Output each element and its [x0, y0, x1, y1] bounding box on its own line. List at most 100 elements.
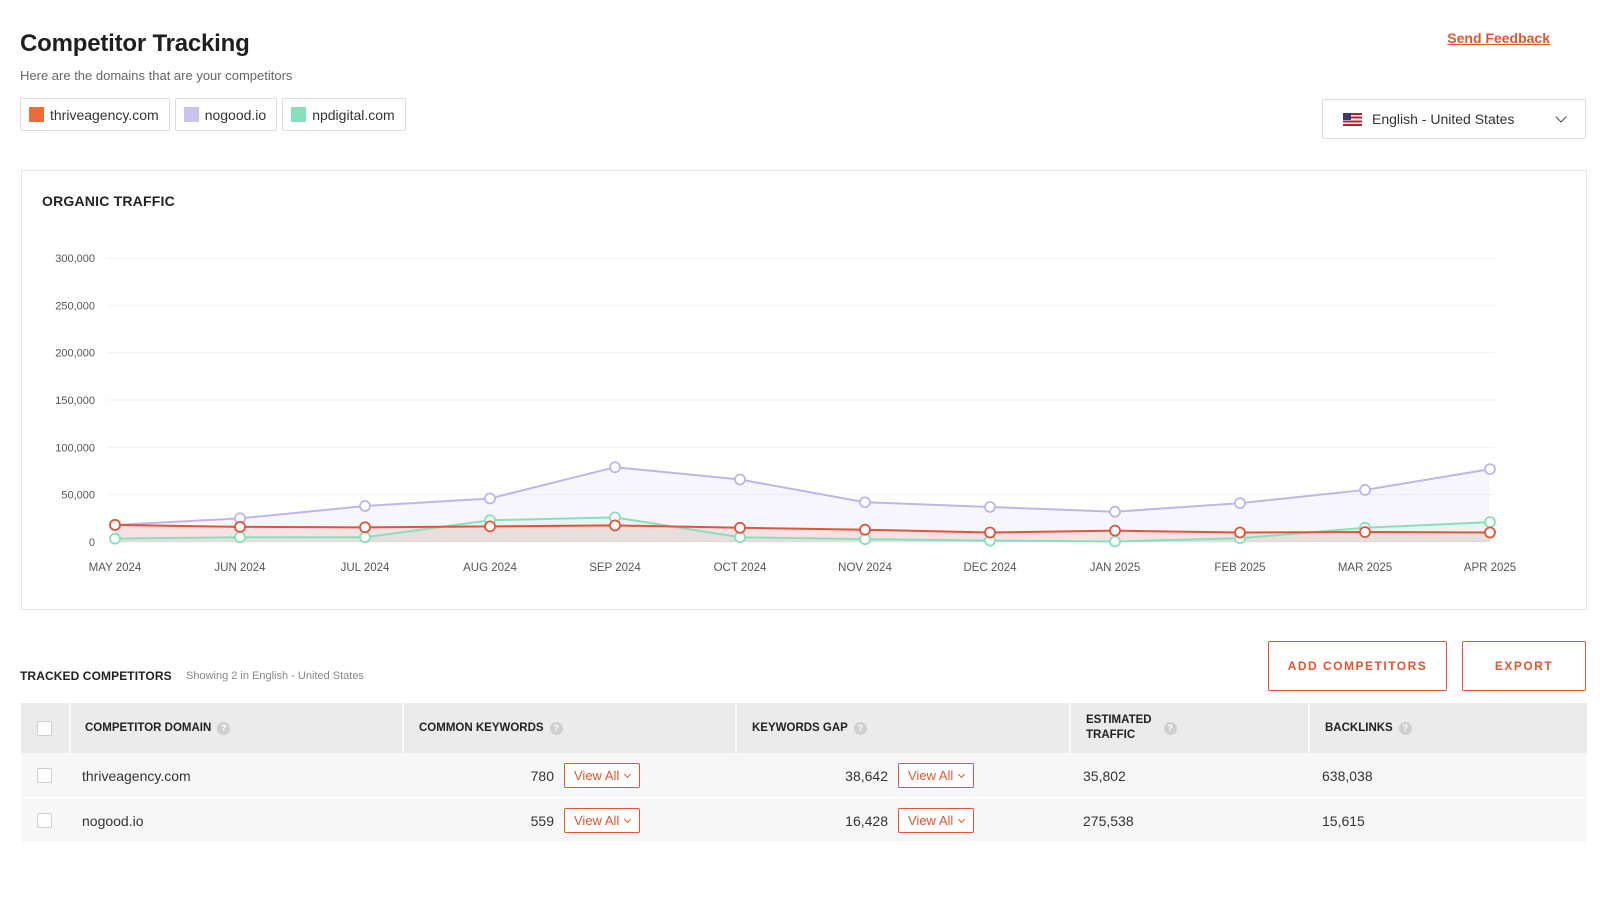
legend-item-npdigital[interactable]: npdigital.com [282, 98, 406, 131]
competitor-legend: thriveagency.com nogood.io npdigital.com [20, 98, 406, 131]
y-tick-label: 200,000 [55, 348, 95, 360]
data-point [359, 531, 371, 544]
y-tick-label: 300,000 [55, 253, 95, 265]
data-point [1484, 526, 1496, 539]
export-button[interactable]: EXPORT [1462, 641, 1586, 691]
common-keywords-value: 780 [530, 767, 554, 784]
table-row: nogood.io 559 View All 16,428 View All 2… [21, 798, 1587, 843]
help-icon[interactable]: ? [853, 721, 867, 735]
help-icon[interactable]: ? [549, 721, 563, 735]
help-icon[interactable]: ? [1163, 721, 1177, 735]
x-tick-label: MAY 2024 [89, 562, 142, 574]
y-tick-label: 0 [89, 537, 95, 549]
estimated-traffic-value: 35,802 [1083, 767, 1126, 784]
data-point [359, 500, 371, 512]
organic-traffic-card: ORGANIC TRAFFIC 0 50,000 100,000 150,000 200… [21, 170, 1587, 610]
data-point [1109, 535, 1121, 548]
y-tick-label: 250,000 [55, 300, 95, 312]
data-point [234, 531, 246, 544]
backlinks-value: 15,615 [1322, 812, 1365, 829]
data-point [859, 533, 871, 546]
chevron-down-icon [1555, 111, 1567, 123]
data-point [359, 521, 371, 534]
send-feedback-link[interactable]: Send Feedback [1447, 30, 1550, 46]
page-subtitle: Here are the domains that are your compe… [20, 68, 293, 83]
us-flag-icon [1343, 112, 1362, 126]
legend-item-thriveagency[interactable]: thriveagency.com [20, 98, 170, 131]
data-point [1109, 505, 1121, 518]
x-tick-label: MAR 2025 [1338, 562, 1392, 574]
view-all-common-keywords-button[interactable]: View All [564, 763, 641, 788]
competitors-table: COMPETITOR DOMAIN? COMMON KEYWORDS? KEYW… [21, 703, 1587, 843]
backlinks-value: 638,038 [1322, 767, 1373, 784]
language-select-value: English - United States [1372, 111, 1515, 127]
competitor-domain: nogood.io [82, 812, 144, 829]
x-tick-label: APR 2025 [1464, 562, 1516, 574]
x-tick-label: JUL 2024 [341, 562, 390, 574]
data-point [484, 520, 496, 533]
data-point [1484, 516, 1496, 529]
column-header-domain[interactable]: COMPETITOR DOMAIN? [85, 721, 231, 735]
x-tick-label: NOV 2024 [838, 562, 892, 574]
x-tick-label: JAN 2025 [1090, 562, 1141, 574]
x-tick-label: OCT 2024 [714, 562, 767, 574]
data-point [1234, 526, 1246, 539]
chevron-down-icon [624, 815, 632, 823]
x-tick-label: AUG 2024 [463, 562, 517, 574]
column-header-common-keywords[interactable]: COMMON KEYWORDS? [419, 721, 563, 735]
data-point [609, 461, 621, 474]
table-row: thriveagency.com 780 View All 38,642 Vie… [21, 753, 1587, 798]
common-keywords-value: 559 [530, 812, 554, 829]
y-tick-label: 150,000 [55, 395, 95, 407]
legend-item-nogood[interactable]: nogood.io [174, 98, 278, 131]
help-icon[interactable]: ? [1398, 721, 1412, 735]
data-point [1109, 524, 1121, 537]
legend-label: thriveagency.com [50, 106, 159, 123]
data-point [734, 473, 746, 486]
data-point [234, 520, 246, 533]
data-point [734, 521, 746, 534]
help-icon[interactable]: ? [217, 721, 231, 735]
view-all-keywords-gap-button[interactable]: View All [898, 763, 975, 788]
data-point [109, 532, 121, 545]
column-header-backlinks[interactable]: BACKLINKS? [1325, 721, 1412, 735]
row-checkbox[interactable] [37, 768, 52, 783]
keywords-gap-value: 16,428 [845, 812, 888, 829]
chevron-down-icon [624, 770, 632, 778]
view-all-common-keywords-button[interactable]: View All [564, 808, 641, 833]
column-header-keywords-gap[interactable]: KEYWORDS GAP? [752, 721, 867, 735]
legend-swatch [183, 107, 199, 122]
select-all-cell [37, 720, 52, 736]
data-point [609, 519, 621, 532]
data-point [859, 496, 871, 509]
select-all-checkbox[interactable] [37, 720, 52, 736]
tracked-competitors-title: TRACKED COMPETITORS [20, 669, 172, 683]
data-point [1484, 463, 1496, 476]
language-select[interactable]: English - United States [1322, 99, 1586, 139]
y-tick-label: 100,000 [55, 442, 95, 454]
add-competitors-button[interactable]: ADD COMPETITORS [1268, 641, 1447, 691]
competitor-domain: thriveagency.com [82, 767, 191, 784]
legend-swatch [29, 107, 44, 122]
data-point [984, 526, 996, 539]
y-tick-label: 50,000 [61, 490, 95, 502]
legend-label: npdigital.com [312, 106, 395, 123]
x-tick-label: SEP 2024 [589, 562, 641, 574]
keywords-gap-value: 38,642 [845, 767, 888, 784]
estimated-traffic-value: 275,538 [1083, 812, 1134, 829]
row-checkbox[interactable] [37, 813, 52, 828]
data-point [109, 519, 121, 531]
x-tick-label: FEB 2025 [1214, 562, 1265, 574]
data-point [984, 501, 996, 513]
page-title: Competitor Tracking [20, 30, 250, 57]
data-point [1234, 497, 1246, 510]
x-tick-label: JUN 2024 [214, 562, 266, 574]
x-tick-label: DEC 2024 [963, 562, 1017, 574]
organic-traffic-chart: 0 50,000 100,000 150,000 200,000 250,000 300,0… [55, 253, 1516, 574]
legend-swatch [291, 107, 307, 122]
data-point [1359, 484, 1371, 496]
table-header: COMPETITOR DOMAIN? COMMON KEYWORDS? KEYW… [21, 703, 1587, 753]
view-all-keywords-gap-button[interactable]: View All [898, 808, 975, 833]
column-header-estimated-traffic[interactable]: ESTIMATED TRAFFIC ? [1086, 713, 1177, 743]
chevron-down-icon [958, 770, 966, 778]
